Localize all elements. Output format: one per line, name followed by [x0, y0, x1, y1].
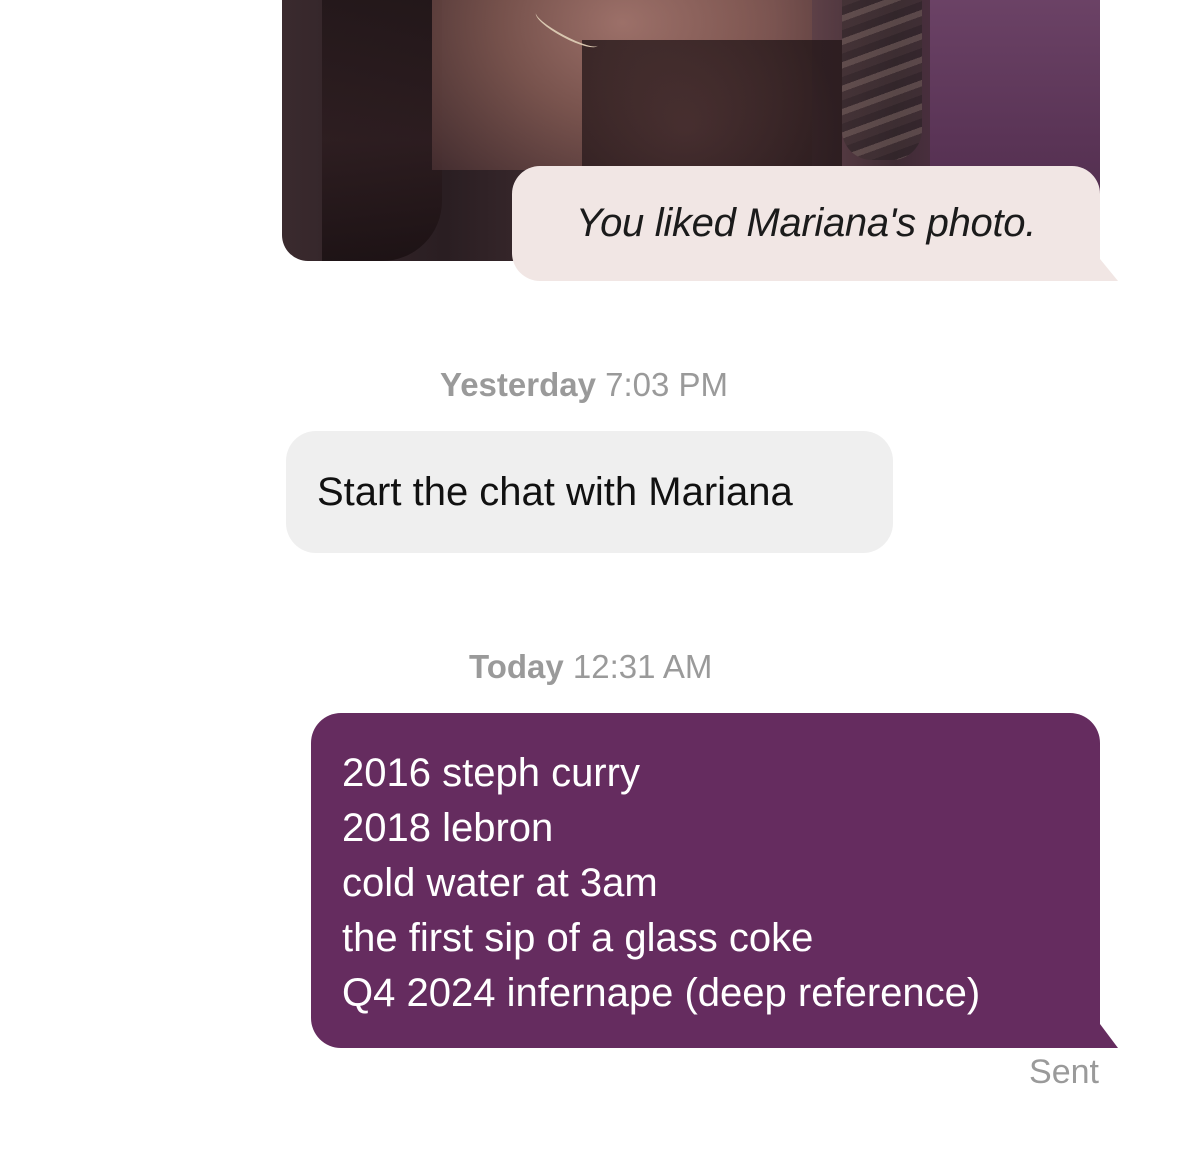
chat-thread: You liked Mariana's photo. Yesterday 7:0… — [0, 0, 1178, 1151]
outgoing-message-line: the first sip of a glass coke — [342, 916, 814, 960]
liked-photo-bubble: You liked Mariana's photo. — [512, 166, 1118, 281]
incoming-message-bubble[interactable]: Start the chat with Mariana — [286, 431, 893, 553]
photo-detail-tattoo — [842, 0, 922, 160]
photo-detail-hair — [322, 0, 442, 261]
outgoing-message-line: Q4 2024 infernape (deep reference) — [342, 971, 981, 1015]
timestamp-yesterday: Yesterday 7:03 PM — [440, 366, 728, 404]
outgoing-message-line: cold water at 3am — [342, 861, 658, 905]
outgoing-message-line: 2016 steph curry — [342, 751, 640, 795]
liked-photo-text: You liked Mariana's photo. — [575, 201, 1037, 245]
timestamp-today: Today 12:31 AM — [469, 648, 712, 686]
message-status: Sent — [1029, 1053, 1099, 1091]
outgoing-message-line: 2018 lebron — [342, 806, 554, 850]
timestamp-day: Today — [469, 648, 564, 685]
timestamp-time: 7:03 PM — [605, 366, 729, 403]
incoming-message-text: Start the chat with Mariana — [317, 469, 793, 514]
outgoing-message-bubble[interactable]: 2016 steph curry 2018 lebron cold water … — [311, 713, 1118, 1048]
timestamp-day: Yesterday — [440, 366, 596, 403]
timestamp-time: 12:31 AM — [572, 648, 713, 685]
